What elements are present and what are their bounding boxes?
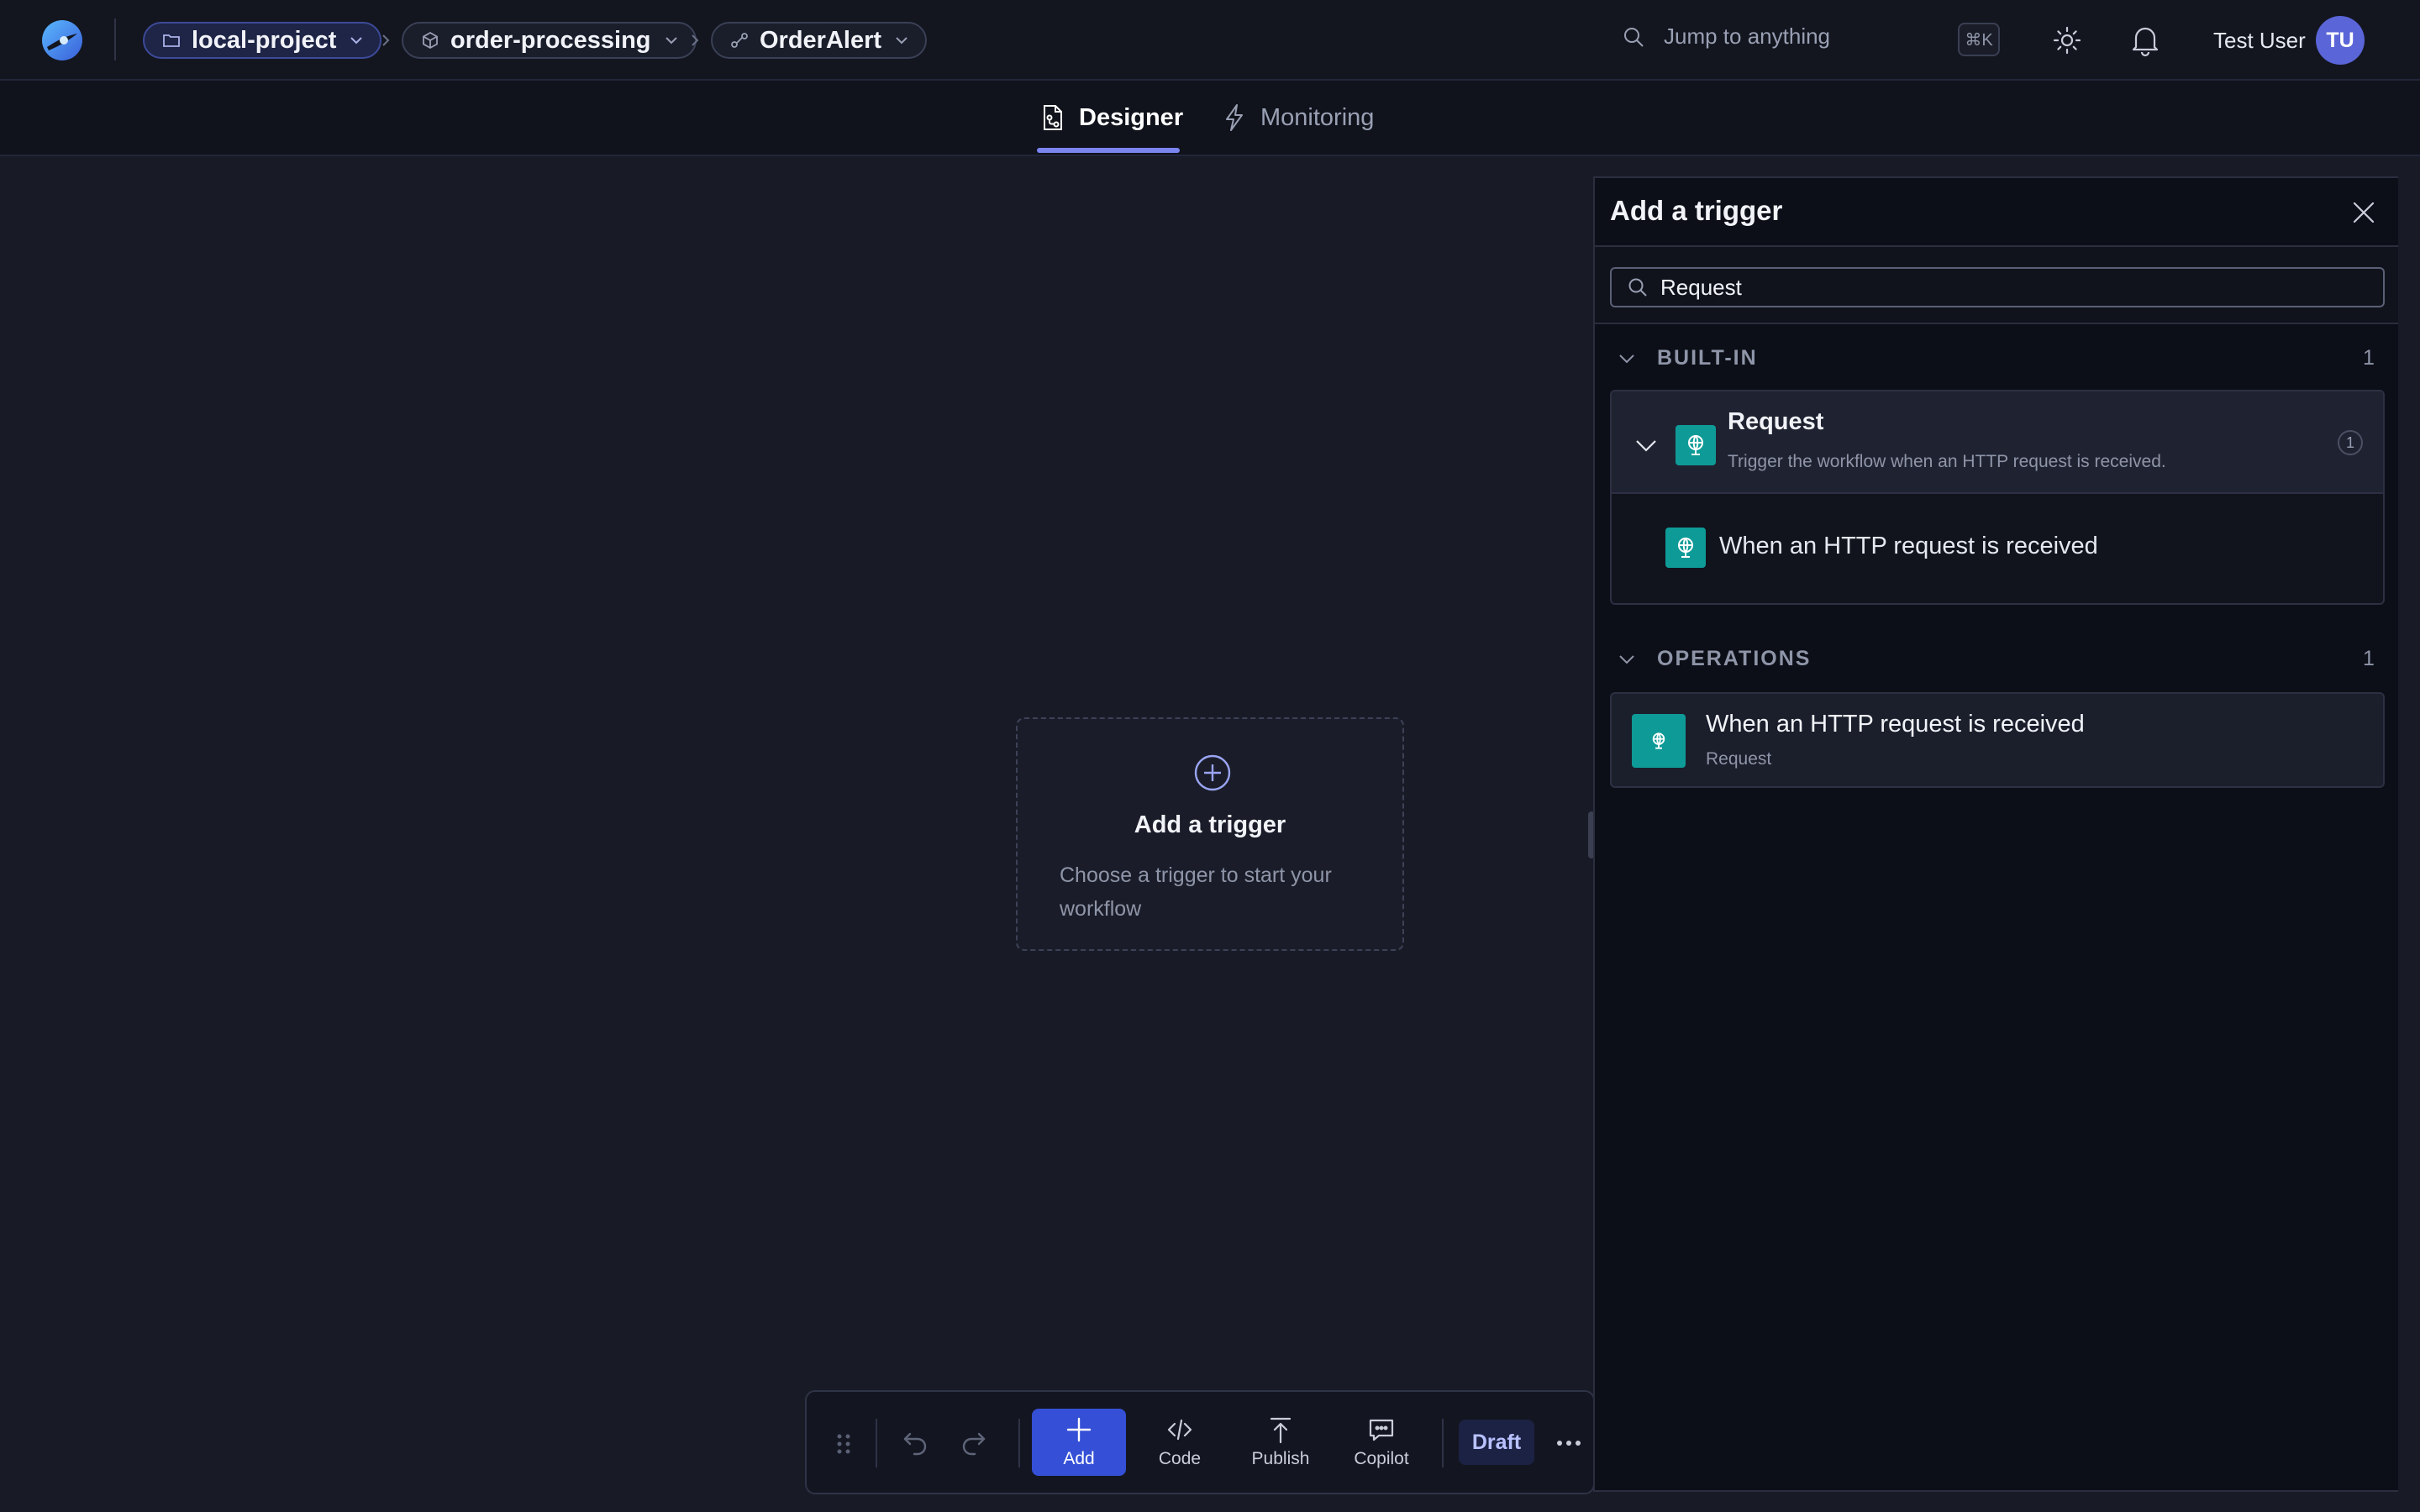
shortcut-badge: ⌘K [1958,23,2000,56]
publish-button[interactable]: Publish [1234,1409,1328,1476]
tab-designer[interactable]: Designer [1040,81,1183,155]
connector-group-header[interactable]: Request Trigger the workflow when an HTT… [1612,391,2383,494]
toolbar-divider [1018,1419,1020,1467]
plus-icon [1065,1415,1093,1444]
add-trigger-title: Add a trigger [1134,811,1286,838]
add-trigger-panel: Add a trigger BUILT-IN 1 Request [1593,176,2398,1492]
plus-circle-icon [1192,753,1233,793]
bolt-icon [1222,103,1247,132]
search-icon [1627,276,1649,298]
toolbar-divider [876,1419,877,1467]
tab-label: Monitoring [1260,103,1375,131]
theme-toggle-sun-icon[interactable] [2050,24,2084,57]
publish-button-label: Publish [1251,1449,1310,1468]
section-count: 1 [2363,647,2375,670]
copilot-button[interactable]: Copilot [1334,1409,1428,1476]
redo-icon[interactable] [960,1429,988,1457]
notifications-bell-icon[interactable] [2129,24,2161,57]
tab-monitoring[interactable]: Monitoring [1222,81,1374,155]
close-icon[interactable] [2351,200,2376,225]
workflow-icon [729,30,750,50]
breadcrumb-separator-icon [378,32,393,49]
breadcrumb-app[interactable]: order-processing [402,22,697,59]
app-logo-icon[interactable] [40,18,84,62]
search-icon [1622,25,1645,49]
section-count: 1 [2363,346,2375,370]
section-operations[interactable]: OPERATIONS 1 [1595,638,2398,680]
designer-icon [1040,103,1065,132]
chevron-down-icon [348,32,365,49]
connector-group-request: Request Trigger the workflow when an HTT… [1610,390,2385,605]
header-divider [114,18,116,60]
chat-icon [1367,1415,1396,1444]
section-built-in[interactable]: BUILT-IN 1 [1595,338,2398,380]
view-tabs: Designer Monitoring [0,81,2420,156]
chevron-down-icon [1617,650,1637,669]
trigger-search-input[interactable] [1660,274,2366,301]
chevron-down-icon [1617,349,1637,368]
breadcrumb-label: OrderAlert [760,26,882,54]
code-icon [1165,1415,1194,1444]
global-search[interactable]: Jump to anything [1622,24,1830,50]
undo-icon[interactable] [901,1429,929,1457]
connector-group-count: 1 [2338,430,2363,455]
breadcrumb-label: local-project [192,26,337,54]
panel-title: Add a trigger [1610,195,1783,226]
breadcrumb-project[interactable]: local-project [143,22,382,59]
operation-subtitle: Request [1706,749,1772,769]
add-button-label: Add [1063,1449,1095,1468]
section-label: OPERATIONS [1657,647,1812,670]
connector-group-description: Trigger the workflow when an HTTP reques… [1728,452,2166,471]
breadcrumb-workflow[interactable]: OrderAlert [711,22,928,59]
breadcrumb-separator-icon [687,32,702,49]
add-trigger-description: Choose a trigger to start your workflow [1060,864,1332,921]
section-label: BUILT-IN [1657,346,1758,370]
tab-label: Designer [1079,103,1184,131]
list-item-label: When an HTTP request is received [1719,533,2098,559]
operation-item[interactable]: When an HTTP request is received Request [1610,692,2385,788]
folder-icon [161,30,182,50]
operation-title: When an HTTP request is received [1706,711,2085,738]
search-placeholder: Jump to anything [1664,24,1831,49]
list-item[interactable]: When an HTTP request is received [1612,494,2383,603]
more-options-icon[interactable] [1555,1431,1583,1456]
copilot-button-label: Copilot [1354,1449,1409,1468]
active-tab-indicator [1037,148,1180,153]
connector-group-title: Request [1728,408,1824,435]
request-connector-icon [1665,528,1706,568]
avatar[interactable]: TU [2316,16,2365,65]
user-name[interactable]: Test User [2213,28,2306,54]
code-button[interactable]: Code [1133,1409,1227,1476]
cube-icon [420,30,440,50]
code-button-label: Code [1158,1449,1202,1468]
chevron-down-icon [1634,435,1659,455]
chevron-down-icon [893,32,910,49]
breadcrumb-label: order-processing [450,26,651,54]
toolbar-divider [1442,1419,1444,1467]
chevron-down-icon [663,32,680,49]
drag-handle-icon[interactable] [835,1432,852,1456]
panel-header: Add a trigger [1595,178,2398,247]
upload-icon [1266,1415,1295,1444]
request-connector-icon [1632,714,1686,768]
request-connector-icon [1676,425,1716,465]
trigger-search-box[interactable] [1610,267,2385,307]
designer-toolbar: Add Code Publish Copilot Draft [805,1390,1595,1494]
add-button[interactable]: Add [1032,1409,1126,1476]
add-trigger-card[interactable]: Add a trigger Choose a trigger to start … [1016,717,1404,951]
panel-search-area [1595,247,2398,324]
status-badge: Draft [1459,1420,1534,1465]
top-bar: local-project order-processing OrderAler… [0,0,2420,81]
